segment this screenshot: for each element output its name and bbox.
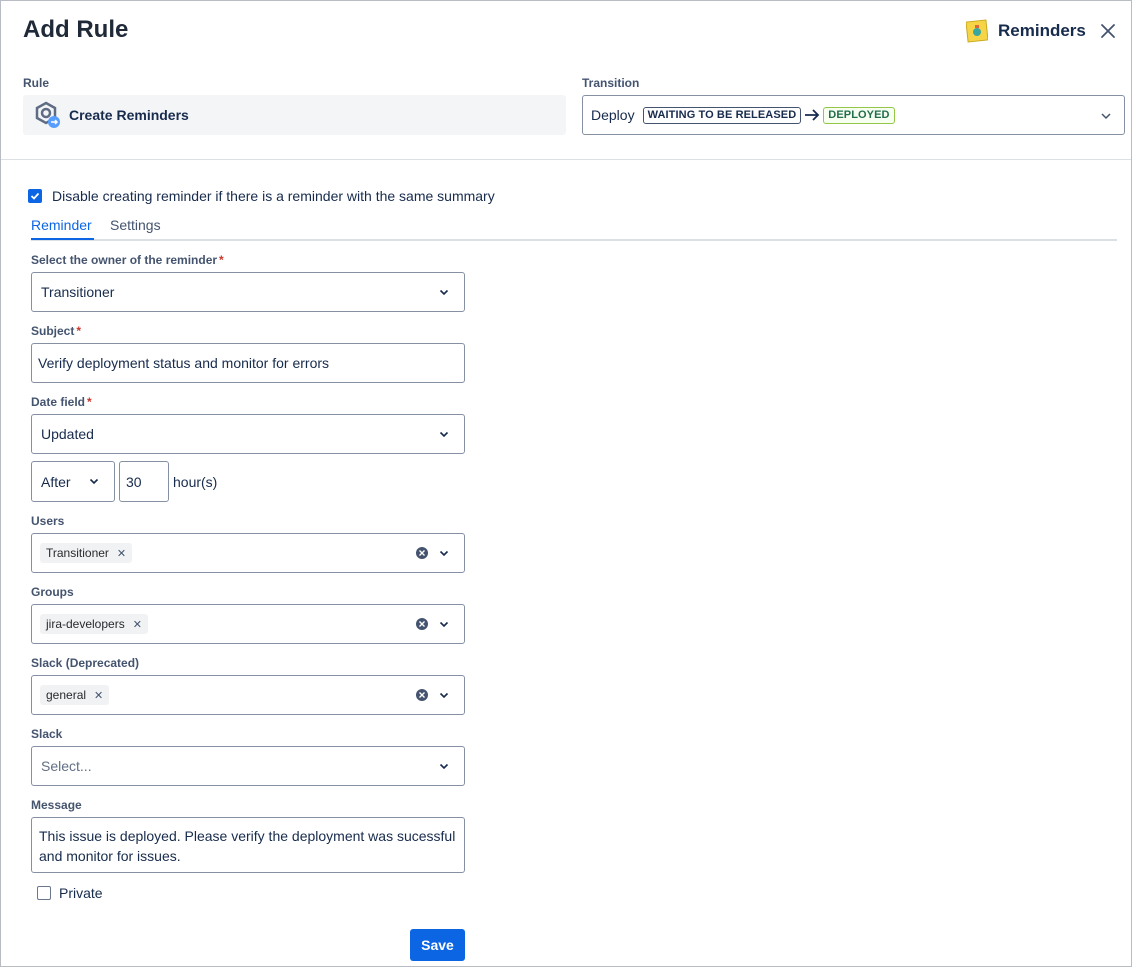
rule-display: Create Reminders — [23, 95, 566, 135]
transition-name: Deploy — [591, 107, 635, 123]
private-label: Private — [59, 885, 103, 901]
section-divider — [1, 159, 1131, 160]
checkmark-icon — [30, 192, 40, 200]
private-option[interactable]: Private — [37, 885, 103, 901]
offset-amount-input[interactable]: 30 — [119, 461, 169, 502]
required-mark: * — [219, 253, 224, 267]
tab-reminder[interactable]: Reminder — [31, 217, 92, 233]
rule-label: Rule — [23, 76, 50, 90]
app-name: Reminders — [998, 21, 1086, 40]
slack-placeholder: Select... — [41, 758, 92, 774]
clear-icon[interactable] — [415, 546, 429, 560]
chevron-down-icon[interactable] — [438, 618, 450, 630]
disable-duplicate-label: Disable creating reminder if there is a … — [52, 188, 495, 204]
required-mark: * — [87, 395, 92, 409]
date-field-select[interactable]: Updated — [31, 414, 465, 454]
from-status-lozenge: WAITING TO BE RELEASED — [642, 106, 802, 124]
users-select[interactable]: Transitioner ✕ — [31, 533, 465, 573]
chevron-down-icon[interactable] — [438, 689, 450, 701]
chevron-down-icon[interactable] — [438, 547, 450, 559]
disable-duplicate-option[interactable]: Disable creating reminder if there is a … — [28, 188, 495, 204]
subject-input[interactable]: Verify deployment status and monitor for… — [31, 343, 465, 383]
chevron-down-icon — [439, 289, 449, 296]
chevron-down-icon — [439, 431, 449, 438]
date-field-value: Updated — [41, 426, 94, 442]
add-rule-dialog: Add Rule Reminders Rule Create Reminders… — [0, 0, 1132, 967]
clear-icon[interactable] — [415, 688, 429, 702]
to-status-lozenge: DEPLOYED — [823, 106, 895, 124]
private-checkbox[interactable] — [37, 886, 51, 900]
date-field-label: Date field * — [31, 395, 92, 409]
subject-value: Verify deployment status and monitor for… — [38, 355, 330, 371]
offset-unit-label: hour(s) — [173, 474, 218, 490]
users-label: Users — [31, 514, 65, 528]
app-brand: Reminders — [966, 19, 1086, 43]
dialog-title: Add Rule — [23, 16, 129, 43]
groups-select[interactable]: jira-developers ✕ — [31, 604, 465, 644]
transition-select[interactable]: Deploy WAITING TO BE RELEASED DEPLOYED — [582, 95, 1125, 135]
group-tag: jira-developers ✕ — [40, 614, 148, 634]
remove-tag-icon[interactable]: ✕ — [117, 547, 126, 560]
tab-settings[interactable]: Settings — [110, 217, 161, 233]
slack-deprecated-select[interactable]: general ✕ — [31, 675, 465, 715]
message-textarea[interactable]: This issue is deployed. Please verify th… — [31, 817, 465, 873]
chevron-down-icon — [89, 478, 99, 485]
arrow-right-icon — [804, 109, 820, 121]
remove-tag-icon[interactable]: ✕ — [94, 689, 103, 702]
subject-label: Subject * — [31, 324, 82, 338]
groups-label: Groups — [31, 585, 74, 599]
required-mark: * — [76, 324, 82, 338]
clear-icon[interactable] — [415, 617, 429, 631]
message-label: Message — [31, 798, 82, 812]
offset-direction-select[interactable]: After — [31, 461, 115, 502]
slack-label: Slack — [31, 727, 63, 741]
active-tab-indicator — [31, 238, 94, 240]
owner-label: Select the owner of the reminder * — [31, 253, 224, 267]
slack-deprecated-label: Slack (Deprecated) — [31, 656, 140, 670]
offset-direction-value: After — [41, 473, 71, 490]
chevron-down-icon — [439, 763, 449, 770]
owner-select[interactable]: Transitioner — [31, 272, 465, 312]
slack-select[interactable]: Select... — [31, 746, 465, 786]
channel-tag: general ✕ — [40, 685, 110, 705]
disable-duplicate-checkbox[interactable] — [28, 189, 42, 203]
transition-label: Transition — [582, 76, 640, 90]
close-icon[interactable] — [1098, 21, 1118, 41]
user-tag: Transitioner ✕ — [40, 543, 133, 563]
remove-tag-icon[interactable]: ✕ — [133, 618, 142, 631]
chevron-down-icon — [1101, 113, 1111, 120]
owner-value: Transitioner — [41, 284, 115, 300]
save-button[interactable]: Save — [410, 929, 465, 961]
tab-bar: Reminder Settings — [31, 215, 1117, 241]
reminders-logo-icon — [966, 19, 988, 43]
rule-name: Create Reminders — [69, 107, 189, 123]
rule-action-icon — [35, 101, 60, 128]
